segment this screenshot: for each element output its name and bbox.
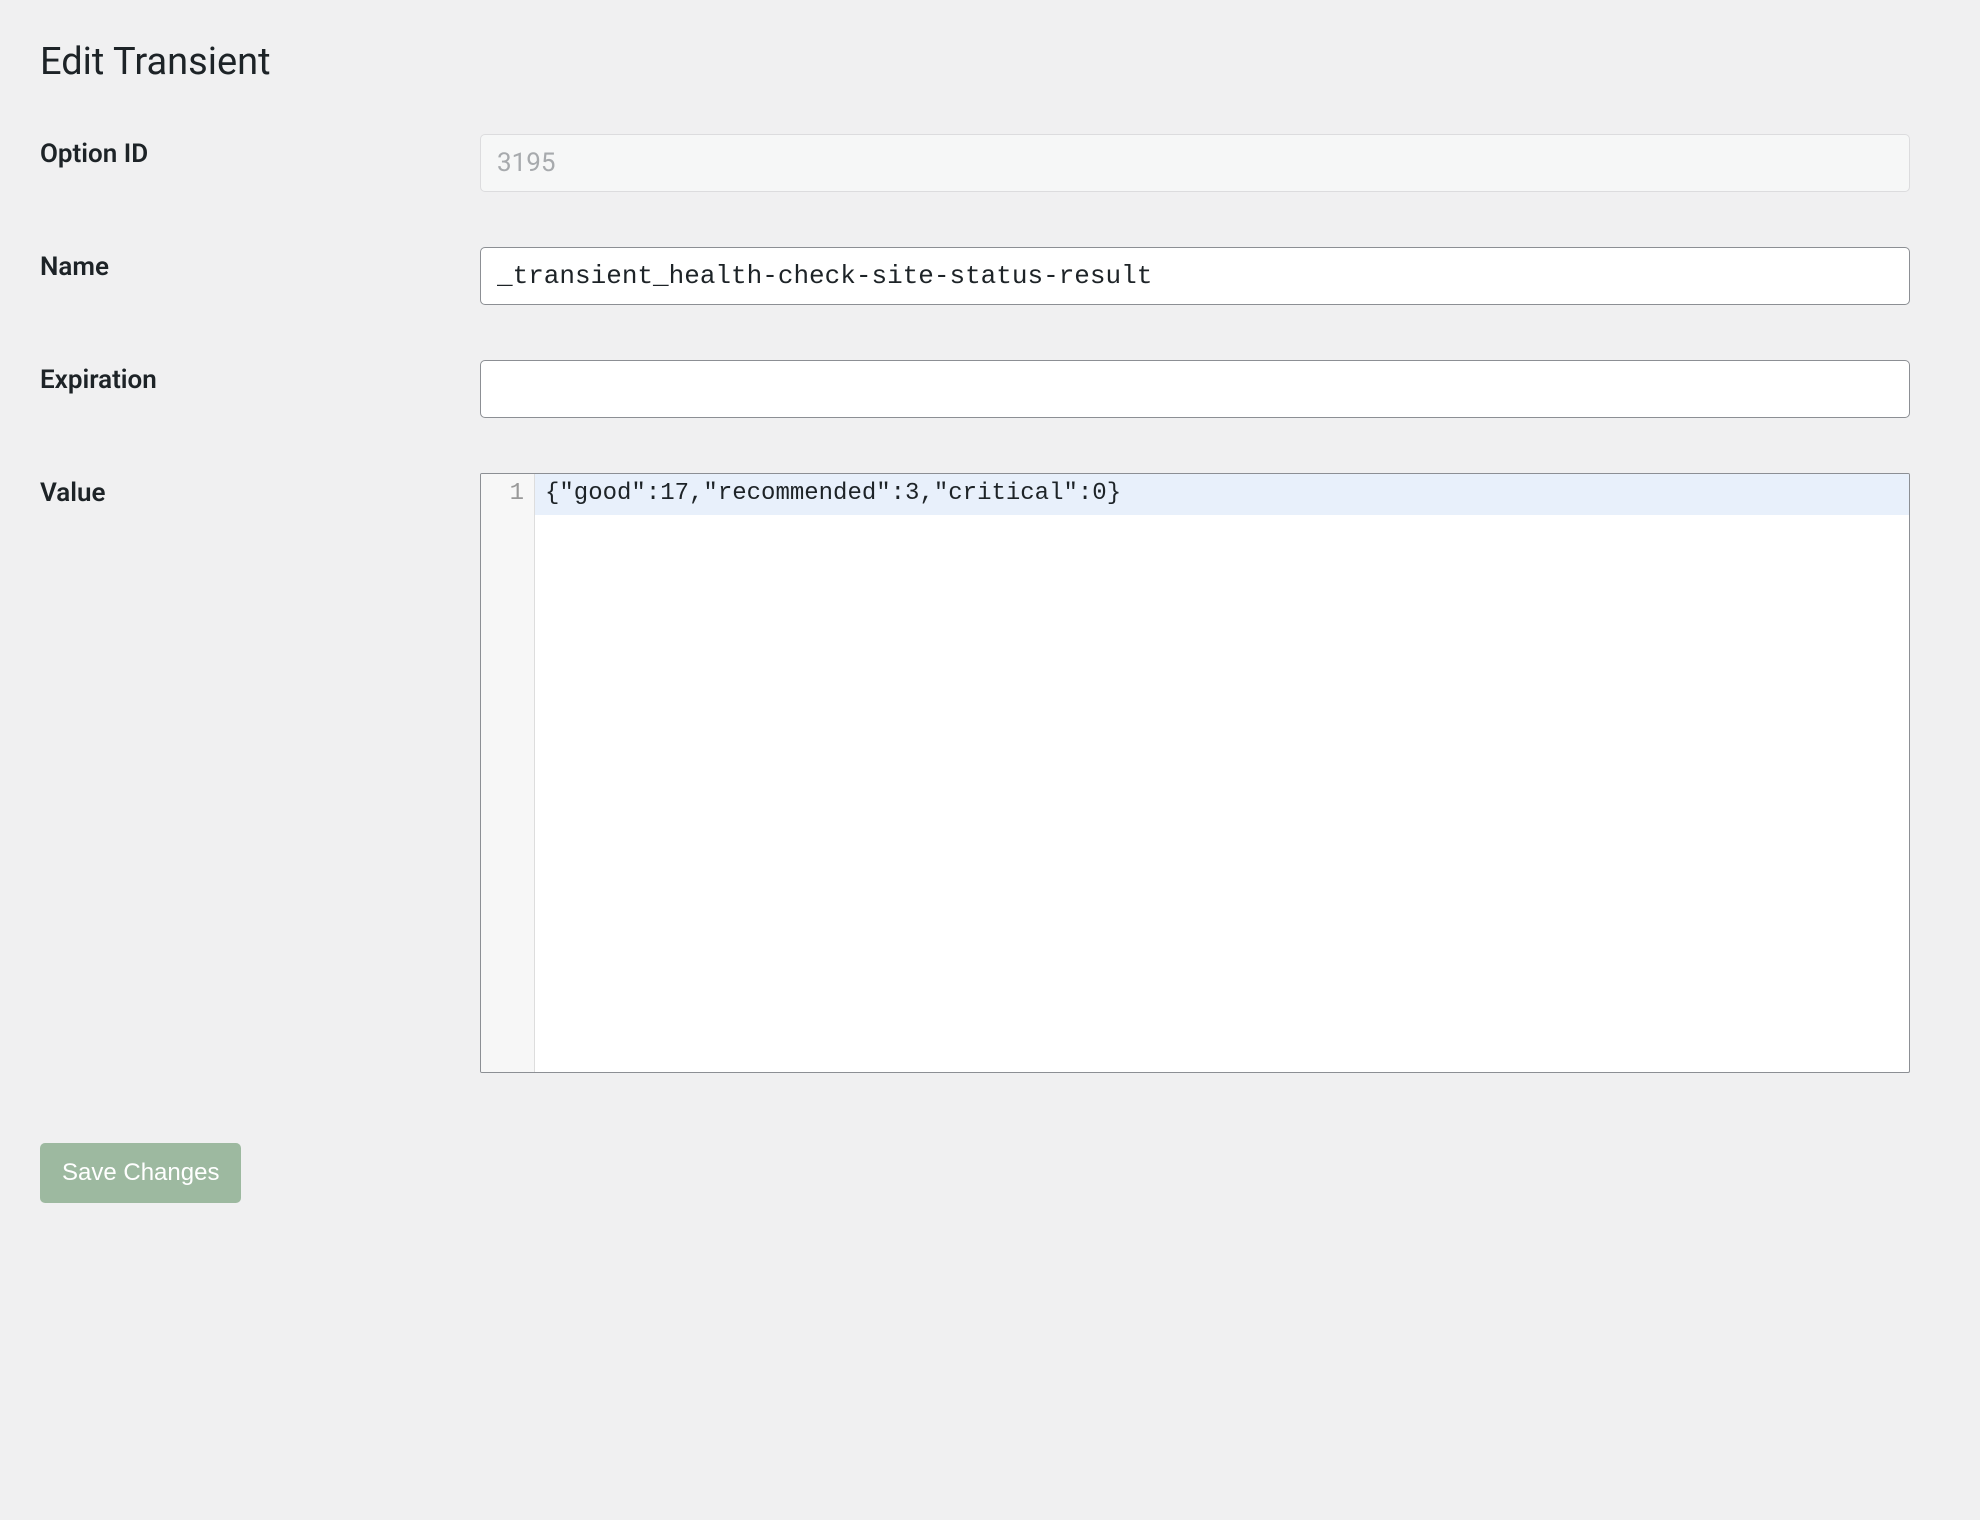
value-label: Value <box>40 473 480 508</box>
code-line[interactable]: {"good":17,"recommended":3,"critical":0} <box>535 474 1909 515</box>
code-gutter: 1 <box>481 474 535 1072</box>
line-number: 1 <box>487 480 524 507</box>
name-input[interactable] <box>480 247 1910 305</box>
save-changes-button[interactable]: Save Changes <box>40 1143 241 1203</box>
expiration-row: Expiration <box>40 360 1940 418</box>
option-id-label: Option ID <box>40 134 480 169</box>
name-row: Name <box>40 247 1940 305</box>
expiration-input[interactable] <box>480 360 1910 418</box>
name-label: Name <box>40 247 480 282</box>
page-title: Edit Transient <box>40 40 1940 84</box>
value-code-editor[interactable]: 1 {"good":17,"recommended":3,"critical":… <box>480 473 1910 1073</box>
code-area[interactable]: {"good":17,"recommended":3,"critical":0} <box>535 474 1909 1072</box>
expiration-label: Expiration <box>40 360 480 395</box>
option-id-input <box>480 134 1910 192</box>
option-id-row: Option ID <box>40 134 1940 192</box>
value-row: Value 1 {"good":17,"recommended":3,"crit… <box>40 473 1940 1073</box>
